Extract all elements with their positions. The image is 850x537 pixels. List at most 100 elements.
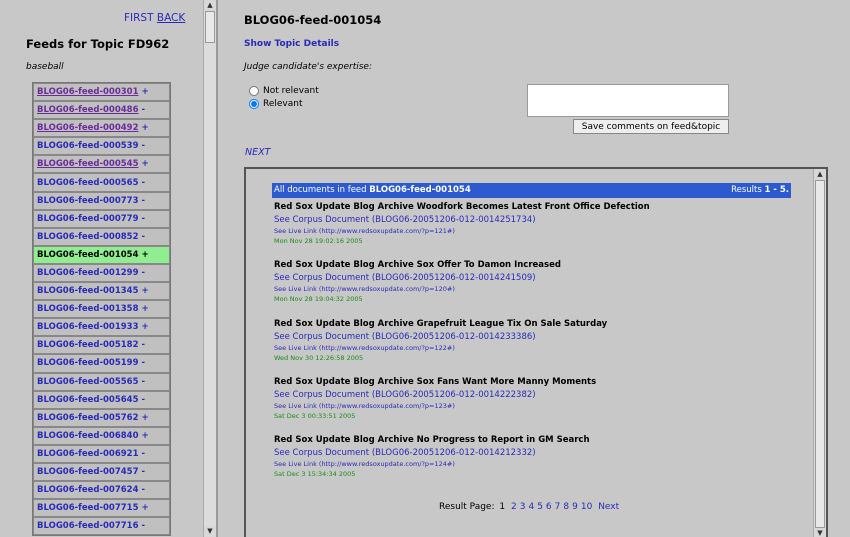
feed-row[interactable]: BLOG06-feed-000852- (33, 227, 170, 246)
corpus-document-link[interactable]: See Corpus Document (BLOG06-20051206-012… (274, 273, 784, 283)
save-comments-button[interactable]: Save comments on feed&topic (573, 119, 729, 134)
document-date: Sat Dec 3 15:34:34 2005 (274, 470, 356, 478)
feeds-sidebar: FIRST BACK Feeds for Topic FD962 basebal… (0, 0, 203, 537)
feed-row[interactable]: BLOG06-feed-005565- (33, 372, 170, 391)
pager-page-link[interactable]: 5 (537, 502, 543, 512)
feed-cell: BLOG06-feed-007715 + (33, 499, 170, 518)
relevant-radio[interactable] (249, 99, 259, 109)
feed-link[interactable]: BLOG06-feed-000492 (37, 123, 138, 133)
feed-row[interactable]: BLOG06-feed-000486- (33, 101, 170, 120)
not-relevant-radio[interactable] (249, 86, 259, 96)
feed-judgement-mark: - (141, 394, 146, 405)
feed-row[interactable]: BLOG06-feed-007457- (33, 462, 170, 482)
feed-link[interactable]: BLOG06-feed-000301 (37, 87, 138, 97)
feed-row[interactable]: BLOG06-feed-000539- (33, 137, 170, 156)
live-link[interactable]: See Live Link (http://www.redsoxupdate.c… (274, 285, 784, 293)
feed-row[interactable]: BLOG06-feed-005762 + (33, 408, 170, 427)
feed-link[interactable]: BLOG06-feed-007715 (37, 503, 138, 513)
document-item: Red Sox Update Blog Archive Grapefruit L… (274, 319, 784, 362)
feed-cell: BLOG06-feed-007624- (33, 481, 170, 500)
feed-cell: BLOG06-feed-001933 + (33, 318, 170, 337)
feed-row[interactable]: BLOG06-feed-000773- (33, 191, 170, 210)
feed-link[interactable]: BLOG06-feed-000779 (37, 214, 138, 224)
feed-row[interactable]: BLOG06-feed-001299- (33, 263, 170, 283)
feed-row[interactable]: BLOG06-feed-006921- (33, 444, 170, 463)
scroll-down-arrow-icon[interactable]: ▼ (204, 526, 216, 537)
pager-page-link[interactable]: 9 (572, 502, 578, 512)
feed-row[interactable]: BLOG06-feed-001054 + (33, 245, 170, 264)
feed-row[interactable]: BLOG06-feed-000545 + (33, 155, 170, 174)
feed-row[interactable]: BLOG06-feed-005182- (33, 336, 170, 355)
corpus-document-link[interactable]: See Corpus Document (BLOG06-20051206-012… (274, 332, 784, 342)
pager-page-link[interactable]: 7 (555, 502, 561, 512)
next-link[interactable]: NEXT (245, 147, 270, 158)
feed-row[interactable]: BLOG06-feed-007716- (33, 517, 170, 536)
feed-judgement-mark: + (141, 87, 149, 98)
feed-row[interactable]: BLOG06-feed-000565- (33, 173, 170, 192)
header-feed-id: BLOG06-feed-001054 (369, 185, 471, 195)
scroll-up-arrow-icon[interactable]: ▲ (814, 169, 826, 180)
feed-row[interactable]: BLOG06-feed-007624- (33, 481, 170, 500)
scroll-down-arrow-icon[interactable]: ▼ (814, 528, 826, 537)
relevant-option[interactable]: Relevant (249, 99, 303, 109)
live-link[interactable]: See Live Link (http://www.redsoxupdate.c… (274, 227, 784, 235)
feed-link[interactable]: BLOG06-feed-000773 (37, 196, 138, 206)
feed-link[interactable]: BLOG06-feed-001054 (37, 250, 138, 260)
feed-cell: BLOG06-feed-006840 + (33, 426, 170, 445)
feed-row[interactable]: BLOG06-feed-005199- (33, 354, 170, 373)
feed-link[interactable]: BLOG06-feed-005565 (37, 377, 138, 387)
feed-row[interactable]: BLOG06-feed-001933 + (33, 318, 170, 337)
first-link[interactable]: FIRST (124, 12, 154, 24)
feed-link[interactable]: BLOG06-feed-000486 (37, 105, 138, 115)
not-relevant-option[interactable]: Not relevant (249, 86, 319, 96)
feed-link[interactable]: BLOG06-feed-001299 (37, 268, 138, 278)
feed-link[interactable]: BLOG06-feed-001933 (37, 322, 138, 332)
feed-link[interactable]: BLOG06-feed-005199 (37, 358, 138, 368)
feed-link[interactable]: BLOG06-feed-007457 (37, 467, 138, 477)
feed-judgement-mark: - (141, 105, 146, 116)
live-link[interactable]: See Live Link (http://www.redsoxupdate.c… (274, 402, 784, 410)
feed-link[interactable]: BLOG06-feed-001345 (37, 286, 138, 296)
feed-link[interactable]: BLOG06-feed-000565 (37, 178, 138, 188)
feed-link[interactable]: BLOG06-feed-005762 (37, 413, 138, 423)
pager-page-link[interactable]: 4 (528, 502, 534, 512)
scroll-up-arrow-icon[interactable]: ▲ (204, 0, 216, 11)
feed-link[interactable]: BLOG06-feed-000545 (37, 159, 138, 169)
sidebar-scrollbar[interactable]: ▲ ▼ (203, 0, 216, 537)
live-link[interactable]: See Live Link (http://www.redsoxupdate.c… (274, 460, 784, 468)
pager-page-link[interactable]: 6 (546, 502, 552, 512)
scrollbar-thumb[interactable] (815, 180, 825, 528)
feed-link[interactable]: BLOG06-feed-005182 (37, 340, 138, 350)
feed-row[interactable]: BLOG06-feed-000779- (33, 209, 170, 228)
pager-page-link[interactable]: 10 (581, 502, 592, 512)
feed-link[interactable]: BLOG06-feed-007716 (37, 521, 138, 531)
feed-link[interactable]: BLOG06-feed-000539 (37, 141, 138, 151)
pager-page-link[interactable]: 8 (563, 502, 569, 512)
nav-links: FIRST BACK (124, 12, 185, 24)
back-link[interactable]: BACK (157, 12, 185, 24)
comments-textarea[interactable] (527, 84, 729, 117)
feed-link[interactable]: BLOG06-feed-006921 (37, 449, 138, 459)
feed-row[interactable]: BLOG06-feed-001358 + (33, 300, 170, 319)
feed-link[interactable]: BLOG06-feed-000852 (37, 232, 138, 242)
pager-page-link[interactable]: 3 (520, 502, 526, 512)
pager-page-link[interactable]: 2 (511, 502, 517, 512)
corpus-document-link[interactable]: See Corpus Document (BLOG06-20051206-012… (274, 448, 784, 458)
feed-link[interactable]: BLOG06-feed-005645 (37, 395, 138, 405)
feed-row[interactable]: BLOG06-feed-001345 + (33, 282, 170, 301)
feed-link[interactable]: BLOG06-feed-006840 (37, 431, 138, 441)
documents-scrollbar[interactable]: ▲ ▼ (813, 169, 826, 537)
corpus-document-link[interactable]: See Corpus Document (BLOG06-20051206-012… (274, 215, 784, 225)
feed-row[interactable]: BLOG06-feed-005645- (33, 390, 170, 409)
live-link[interactable]: See Live Link (http://www.redsoxupdate.c… (274, 344, 784, 352)
feed-link[interactable]: BLOG06-feed-007624 (37, 485, 138, 495)
feed-row[interactable]: BLOG06-feed-000492 + (33, 119, 170, 138)
scrollbar-thumb[interactable] (205, 11, 215, 43)
feed-row[interactable]: BLOG06-feed-006840 + (33, 426, 170, 445)
feed-link[interactable]: BLOG06-feed-001358 (37, 304, 138, 314)
feed-row[interactable]: BLOG06-feed-007715 + (33, 499, 170, 518)
pager-next-link[interactable]: Next (598, 502, 619, 512)
corpus-document-link[interactable]: See Corpus Document (BLOG06-20051206-012… (274, 390, 784, 400)
feed-row[interactable]: BLOG06-feed-000301 + (33, 83, 170, 102)
show-topic-details-link[interactable]: Show Topic Details (244, 39, 339, 49)
